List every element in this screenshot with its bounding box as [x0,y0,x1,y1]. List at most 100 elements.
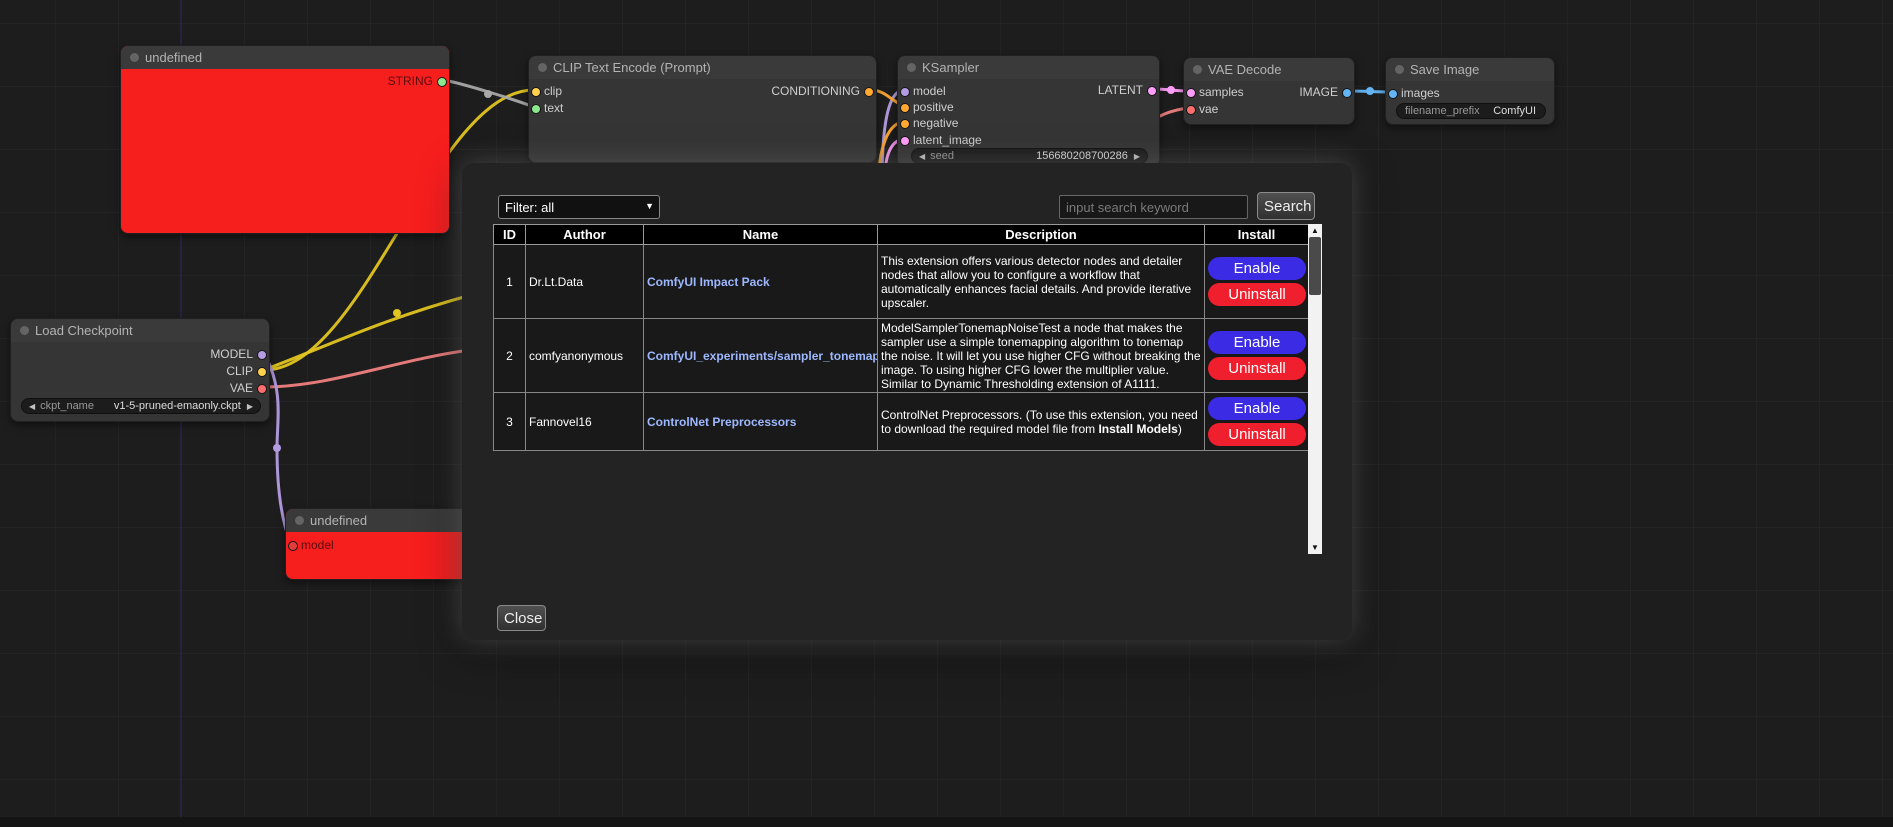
scroll-up-icon[interactable]: ▲ [1308,224,1322,237]
collapse-dot-icon[interactable] [1395,65,1404,74]
output-label-vae: VAE [230,381,253,395]
node-undefined-bottom[interactable]: undefined model [285,508,470,580]
input-slot-model[interactable] [900,87,910,97]
node-titlebar[interactable]: Save Image [1386,58,1554,81]
node-titlebar[interactable]: KSampler [898,56,1159,79]
input-slot-negative[interactable] [900,119,910,129]
cell-author: comfyanonymous [526,319,644,393]
link-dot-image[interactable] [1366,87,1374,95]
extension-link[interactable]: ControlNet Preprocessors [647,415,796,429]
input-label-images: images [1401,86,1440,100]
extension-table: ID Author Name Description Install 1 Dr.… [493,224,1309,451]
node-titlebar[interactable]: Load Checkpoint [11,319,269,342]
search-button[interactable]: Search [1257,192,1315,220]
close-button[interactable]: Close [497,605,546,631]
node-titlebar[interactable]: undefined [121,46,449,69]
wire-clip-to-hidden-encoder [264,295,471,370]
table-row: 3 Fannovel16 ControlNet Preprocessors Co… [494,393,1309,451]
cell-install: Enable Uninstall [1205,245,1309,319]
input-slot-text[interactable] [531,104,541,114]
table-scrollbar[interactable]: ▲ ▼ [1308,224,1322,554]
node-load-checkpoint[interactable]: Load Checkpoint MODEL CLIP VAE ◀ ckpt_na… [10,318,270,422]
search-input[interactable] [1059,195,1248,219]
input-slot-latent-image[interactable] [900,136,910,146]
cell-description: ControlNet Preprocessors. (To use this e… [878,393,1205,451]
node-clip-text-encode[interactable]: CLIP Text Encode (Prompt) clip text COND… [528,55,877,163]
uninstall-button[interactable]: Uninstall [1208,423,1306,446]
collapse-dot-icon[interactable] [20,326,29,335]
widget-label: ckpt_name [40,400,94,412]
increment-arrow-icon[interactable]: ▶ [1132,152,1142,161]
input-label-model: model [913,84,946,98]
output-label-clip: CLIP [226,364,253,378]
node-undefined-top[interactable]: undefined STRING [120,45,450,234]
table-header-row: ID Author Name Description Install [494,225,1309,245]
output-label-latent: LATENT [1098,83,1143,97]
filename-prefix-widget[interactable]: filename_prefix ComfyUI [1396,103,1546,119]
description-text: ModelSamplerTonemapNoiseTest a node that… [881,321,1201,391]
header-install: Install [1205,225,1309,245]
output-slot-vae[interactable] [257,384,267,394]
link-dot-model[interactable] [273,444,281,452]
extension-table-wrap: ID Author Name Description Install 1 Dr.… [493,224,1322,451]
widget-value: 156680208700286 [1036,150,1132,162]
node-graph-canvas[interactable]: undefined STRING CLIP Text Encode (Promp… [0,0,1893,827]
filter-select[interactable]: Filter: all [498,195,660,219]
input-label-model: model [301,538,334,552]
enable-button[interactable]: Enable [1208,397,1306,420]
table-row: 1 Dr.Lt.Data ComfyUI Impact Pack This ex… [494,245,1309,319]
node-title: undefined [145,50,202,65]
collapse-dot-icon[interactable] [538,63,547,72]
enable-button[interactable]: Enable [1208,257,1306,280]
description-tail: ) [1178,422,1182,436]
input-slot-clip[interactable] [531,87,541,97]
node-vae-decode[interactable]: VAE Decode samples vae IMAGE [1183,57,1355,125]
output-slot-latent[interactable] [1147,86,1157,96]
enable-button[interactable]: Enable [1208,331,1306,354]
input-slot-samples[interactable] [1186,88,1196,98]
node-titlebar[interactable]: VAE Decode [1184,58,1354,81]
link-dot-latent[interactable] [1167,86,1175,94]
output-slot-model[interactable] [257,350,267,360]
input-label-negative: negative [913,116,958,130]
seed-widget[interactable]: ◀ seed 156680208700286 ▶ [911,148,1148,164]
output-slot-clip[interactable] [257,367,267,377]
extension-link[interactable]: ComfyUI_experiments/sampler_tonemap [647,349,878,363]
input-label-positive: positive [913,100,954,114]
output-slot-conditioning[interactable] [864,87,874,97]
cell-id: 1 [494,245,526,319]
cell-name: ComfyUI Impact Pack [644,245,878,319]
node-ksampler[interactable]: KSampler model positive negative latent_… [897,55,1160,167]
node-title: Save Image [1410,62,1479,77]
header-name: Name [644,225,878,245]
input-label-latent-image: latent_image [913,133,982,147]
scroll-down-icon[interactable]: ▼ [1308,541,1322,554]
node-save-image[interactable]: Save Image images filename_prefix ComfyU… [1385,57,1555,125]
output-slot-string[interactable] [437,77,447,87]
prev-arrow-icon[interactable]: ◀ [27,402,37,411]
next-arrow-icon[interactable]: ▶ [245,402,255,411]
scrollbar-thumb[interactable] [1309,237,1321,295]
link-dot-string[interactable] [484,90,492,98]
input-slot-model[interactable] [288,541,298,551]
input-slot-positive[interactable] [900,103,910,113]
ckpt-name-widget[interactable]: ◀ ckpt_name v1-5-pruned-emaonly.ckpt ▶ [21,398,261,414]
node-titlebar[interactable]: CLIP Text Encode (Prompt) [529,56,876,79]
input-slot-vae[interactable] [1186,105,1196,115]
output-slot-image[interactable] [1342,88,1352,98]
extension-link[interactable]: ComfyUI Impact Pack [647,275,770,289]
collapse-dot-icon[interactable] [1193,65,1202,74]
link-dot-clip[interactable] [393,309,401,317]
node-title: undefined [310,513,367,528]
collapse-dot-icon[interactable] [907,63,916,72]
node-titlebar[interactable]: undefined [286,509,469,532]
cell-install: Enable Uninstall [1205,319,1309,393]
collapse-dot-icon[interactable] [130,53,139,62]
input-slot-images[interactable] [1388,89,1398,99]
uninstall-button[interactable]: Uninstall [1208,357,1306,380]
input-label-samples: samples [1199,85,1244,99]
decrement-arrow-icon[interactable]: ◀ [917,152,927,161]
uninstall-button[interactable]: Uninstall [1208,283,1306,306]
output-label-conditioning: CONDITIONING [771,84,860,98]
collapse-dot-icon[interactable] [295,516,304,525]
